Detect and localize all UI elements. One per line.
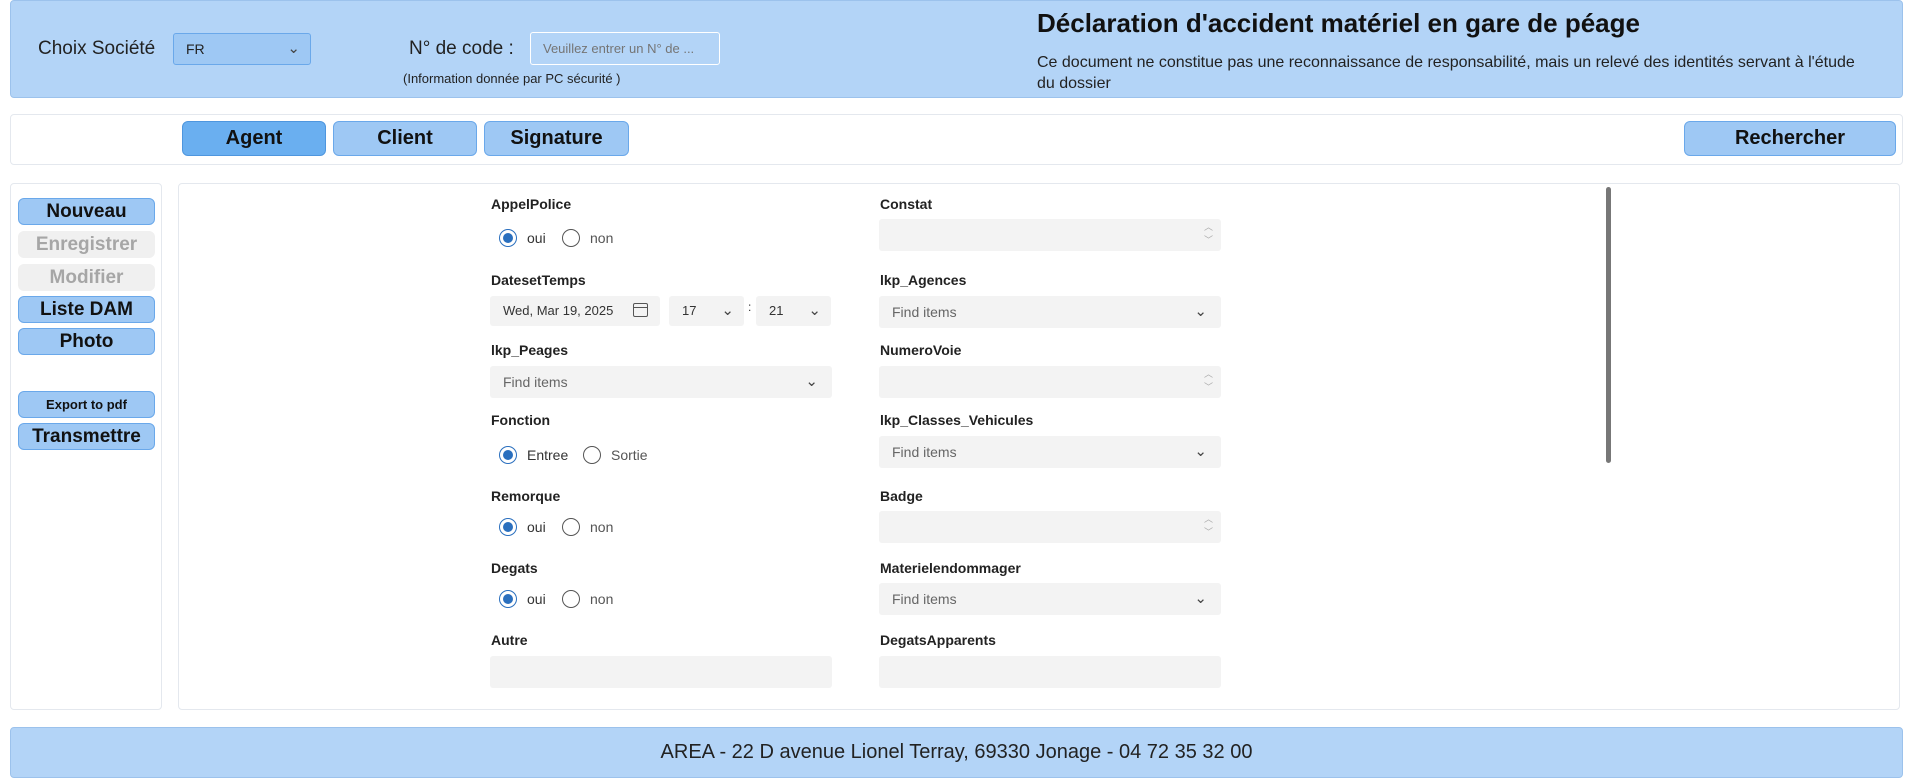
autre-input[interactable] xyxy=(490,656,832,688)
photo-button[interactable]: Photo xyxy=(18,328,155,355)
time-separator: : xyxy=(748,300,752,314)
appel-police-label: AppelPolice xyxy=(491,196,572,212)
tab-signature[interactable]: Signature xyxy=(484,121,629,156)
radio-label: non xyxy=(590,519,614,535)
chevron-down-icon: ⌄ xyxy=(1194,443,1207,460)
appel-police-oui-radio[interactable]: oui xyxy=(499,229,546,247)
radio-label: oui xyxy=(527,230,546,246)
hour-select[interactable]: 17 ⌄ xyxy=(669,296,744,326)
peages-combobox[interactable]: Find items ⌄ xyxy=(490,366,832,398)
agences-placeholder: Find items xyxy=(892,304,957,320)
agent-form: AppelPolice oui non Constat ︿ ﹀ DatesetTe… xyxy=(178,183,1900,710)
spinner-arrows-icon[interactable]: ︿ ﹀ xyxy=(1204,221,1213,247)
classes-vehicules-combobox[interactable]: Find items ⌄ xyxy=(879,436,1221,468)
tab-agent[interactable]: Agent xyxy=(182,121,326,156)
badge-number-input[interactable]: ︿ ﹀ xyxy=(879,511,1221,543)
radio-label: non xyxy=(590,591,614,607)
radio-label: oui xyxy=(527,519,546,535)
radio-icon xyxy=(562,229,580,247)
radio-selected-icon xyxy=(499,590,517,608)
hour-value: 17 xyxy=(682,303,697,318)
spinner-arrows-icon[interactable]: ︿ ﹀ xyxy=(1204,513,1213,539)
peages-label: lkp_Peages xyxy=(491,342,569,358)
remorque-label: Remorque xyxy=(491,488,561,504)
form-scrollbar[interactable] xyxy=(1606,187,1611,463)
agences-combobox[interactable]: Find items ⌄ xyxy=(879,296,1221,328)
chevron-down-icon: ⌄ xyxy=(1194,590,1207,607)
radio-label: oui xyxy=(527,591,546,607)
code-note: (Information donnée par PC sécurité ) xyxy=(403,71,621,86)
date-picker[interactable]: Wed, Mar 19, 2025 xyxy=(490,296,660,326)
peages-placeholder: Find items xyxy=(503,374,568,390)
numero-voie-label: NumeroVoie xyxy=(880,342,962,358)
fonction-entree-radio[interactable]: Entree xyxy=(499,446,568,464)
degats-apparents-input[interactable] xyxy=(879,656,1221,688)
fonction-label: Fonction xyxy=(491,412,551,428)
societe-select[interactable]: FR ⌄ xyxy=(173,33,311,65)
code-label: N° de code : xyxy=(409,38,514,59)
constat-number-input[interactable]: ︿ ﹀ xyxy=(879,219,1221,251)
minute-value: 21 xyxy=(769,303,784,318)
modifier-button[interactable]: Modifier xyxy=(18,264,155,291)
classes-vehicules-label: lkp_Classes_Vehicules xyxy=(880,412,1034,428)
chevron-down-icon: ⌄ xyxy=(808,302,821,319)
header-bar: Choix Société FR ⌄ N° de code : (Informa… xyxy=(10,0,1903,98)
materiel-endommager-placeholder: Find items xyxy=(892,591,957,607)
materiel-endommager-label: Materielendommager xyxy=(880,560,1021,576)
spinner-arrows-icon[interactable]: ︿ ﹀ xyxy=(1204,368,1213,394)
badge-label: Badge xyxy=(880,488,923,504)
page-subtitle: Ce document ne constitue pas une reconna… xyxy=(1037,54,1855,92)
degats-oui-radio[interactable]: oui xyxy=(499,590,546,608)
calendar-icon[interactable] xyxy=(633,303,648,317)
tab-client[interactable]: Client xyxy=(333,121,477,156)
degats-label: Degats xyxy=(491,560,538,576)
societe-select-value: FR xyxy=(186,41,205,57)
export-pdf-button[interactable]: Export to pdf xyxy=(18,391,155,418)
autre-label: Autre xyxy=(491,632,528,648)
radio-label: Sortie xyxy=(611,447,648,463)
page-title: Déclaration d'accident matériel en gare … xyxy=(1037,8,1640,38)
radio-icon xyxy=(562,590,580,608)
chevron-down-icon: ⌄ xyxy=(287,40,300,57)
constat-label: Constat xyxy=(880,196,933,212)
fonction-sortie-radio[interactable]: Sortie xyxy=(583,446,648,464)
liste-dam-button[interactable]: Liste DAM xyxy=(18,296,155,323)
radio-selected-icon xyxy=(499,518,517,536)
chevron-down-icon: ⌄ xyxy=(1194,303,1207,320)
nouveau-button[interactable]: Nouveau xyxy=(18,198,155,225)
appel-police-non-radio[interactable]: non xyxy=(562,229,613,247)
footer-address: AREA - 22 D avenue Lionel Terray, 69330 … xyxy=(10,727,1903,778)
radio-selected-icon xyxy=(499,446,517,464)
code-input[interactable] xyxy=(530,32,720,65)
societe-label: Choix Société xyxy=(38,38,156,59)
chevron-down-icon: ⌄ xyxy=(805,373,818,390)
chevron-down-icon: ⌄ xyxy=(721,302,734,319)
radio-icon xyxy=(583,446,601,464)
classes-vehicules-placeholder: Find items xyxy=(892,444,957,460)
remorque-oui-radio[interactable]: oui xyxy=(499,518,546,536)
degats-apparents-label: DegatsApparents xyxy=(880,632,996,648)
transmettre-button[interactable]: Transmettre xyxy=(18,423,155,450)
remorque-non-radio[interactable]: non xyxy=(562,518,613,536)
degats-non-radio[interactable]: non xyxy=(562,590,613,608)
rechercher-button[interactable]: Rechercher xyxy=(1684,121,1896,156)
radio-label: Entree xyxy=(527,447,569,463)
radio-icon xyxy=(562,518,580,536)
datesettemps-label: DatesetTemps xyxy=(491,272,586,288)
radio-label: non xyxy=(590,230,614,246)
materiel-endommager-combobox[interactable]: Find items ⌄ xyxy=(879,583,1221,615)
enregistrer-button[interactable]: Enregistrer xyxy=(18,231,155,258)
date-value: Wed, Mar 19, 2025 xyxy=(503,303,614,318)
agences-label: lkp_Agences xyxy=(880,272,967,288)
numero-voie-number-input[interactable]: ︿ ﹀ xyxy=(879,366,1221,398)
minute-select[interactable]: 21 ⌄ xyxy=(756,296,831,326)
radio-selected-icon xyxy=(499,229,517,247)
